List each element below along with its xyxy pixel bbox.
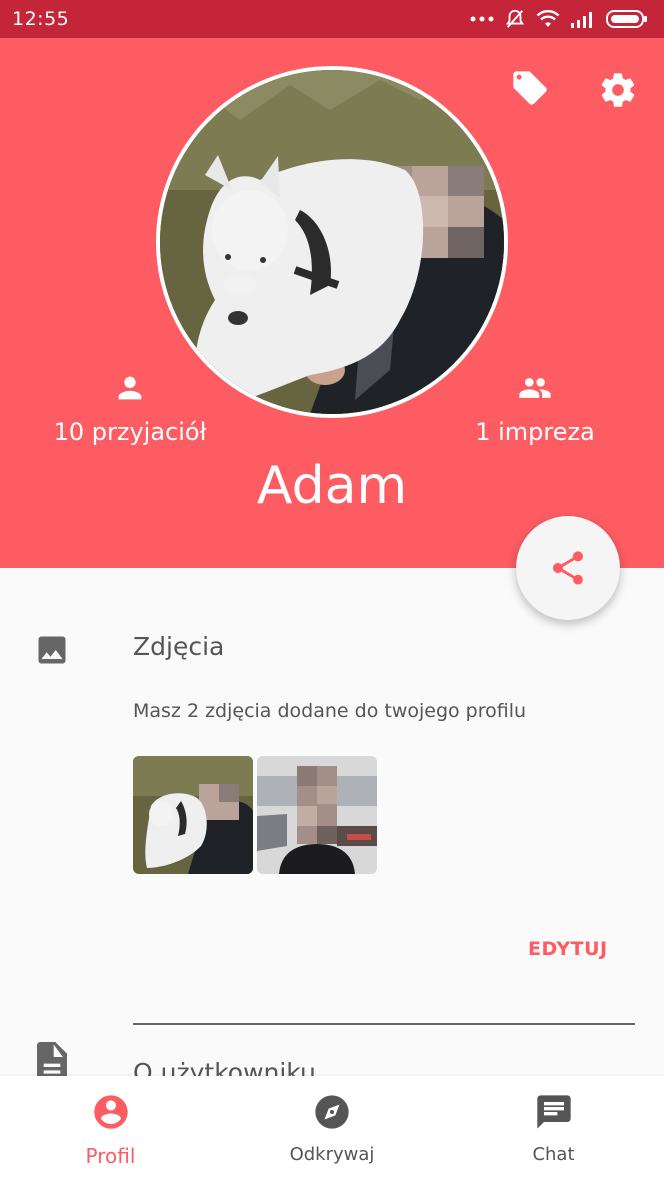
battery-icon xyxy=(606,9,648,29)
share-button[interactable] xyxy=(516,516,620,620)
profile-screen: 12:55 10 przyjaciół 1 impreza Adam Zdjęc… xyxy=(0,0,664,1180)
share-icon xyxy=(553,551,583,585)
nav-label-chat: Chat xyxy=(532,1144,575,1165)
friends-count-label: 10 przyjaciół xyxy=(53,418,207,446)
section-divider xyxy=(133,1023,635,1025)
settings-gear-icon[interactable] xyxy=(596,68,640,112)
signal-icon xyxy=(570,10,596,28)
chat-icon xyxy=(534,1092,574,1136)
parties-stat[interactable]: 1 impreza xyxy=(455,368,615,446)
status-bar: 12:55 xyxy=(0,0,664,38)
parties-count-label: 1 impreza xyxy=(475,418,595,446)
friends-stat[interactable]: 10 przyjaciół xyxy=(30,368,230,446)
profile-header: 10 przyjaciół 1 impreza Adam xyxy=(0,38,664,568)
tag-icon[interactable] xyxy=(508,66,552,110)
photos-section-title: Zdjęcia xyxy=(133,632,225,661)
more-dots-icon xyxy=(470,15,494,23)
status-icons xyxy=(470,8,648,30)
account-circle-icon xyxy=(91,1092,131,1136)
nav-item-profil[interactable]: Profil xyxy=(0,1076,221,1180)
person-icon xyxy=(30,368,230,408)
photos-section-description: Masz 2 zdjęcia dodane do twojego profilu xyxy=(133,700,527,722)
compass-icon xyxy=(312,1092,352,1136)
people-icon xyxy=(455,368,615,408)
profile-name: Adam xyxy=(256,456,408,516)
photo-thumbnail[interactable] xyxy=(257,756,377,874)
wifi-icon xyxy=(536,9,560,29)
nav-item-chat[interactable]: Chat xyxy=(443,1076,664,1180)
edit-photos-button[interactable]: EDYTUJ xyxy=(528,938,608,960)
status-time: 12:55 xyxy=(12,8,70,30)
photo-thumbnails xyxy=(133,756,377,874)
image-icon xyxy=(34,632,70,672)
profile-avatar[interactable] xyxy=(156,66,508,418)
photo-thumbnail[interactable] xyxy=(133,756,253,874)
nav-label-profil: Profil xyxy=(85,1144,136,1168)
nav-label-odkrywaj: Odkrywaj xyxy=(289,1144,375,1165)
alarm-off-icon xyxy=(504,8,526,30)
nav-item-odkrywaj[interactable]: Odkrywaj xyxy=(222,1076,443,1180)
bottom-navigation: Profil Odkrywaj Chat xyxy=(0,1076,664,1180)
